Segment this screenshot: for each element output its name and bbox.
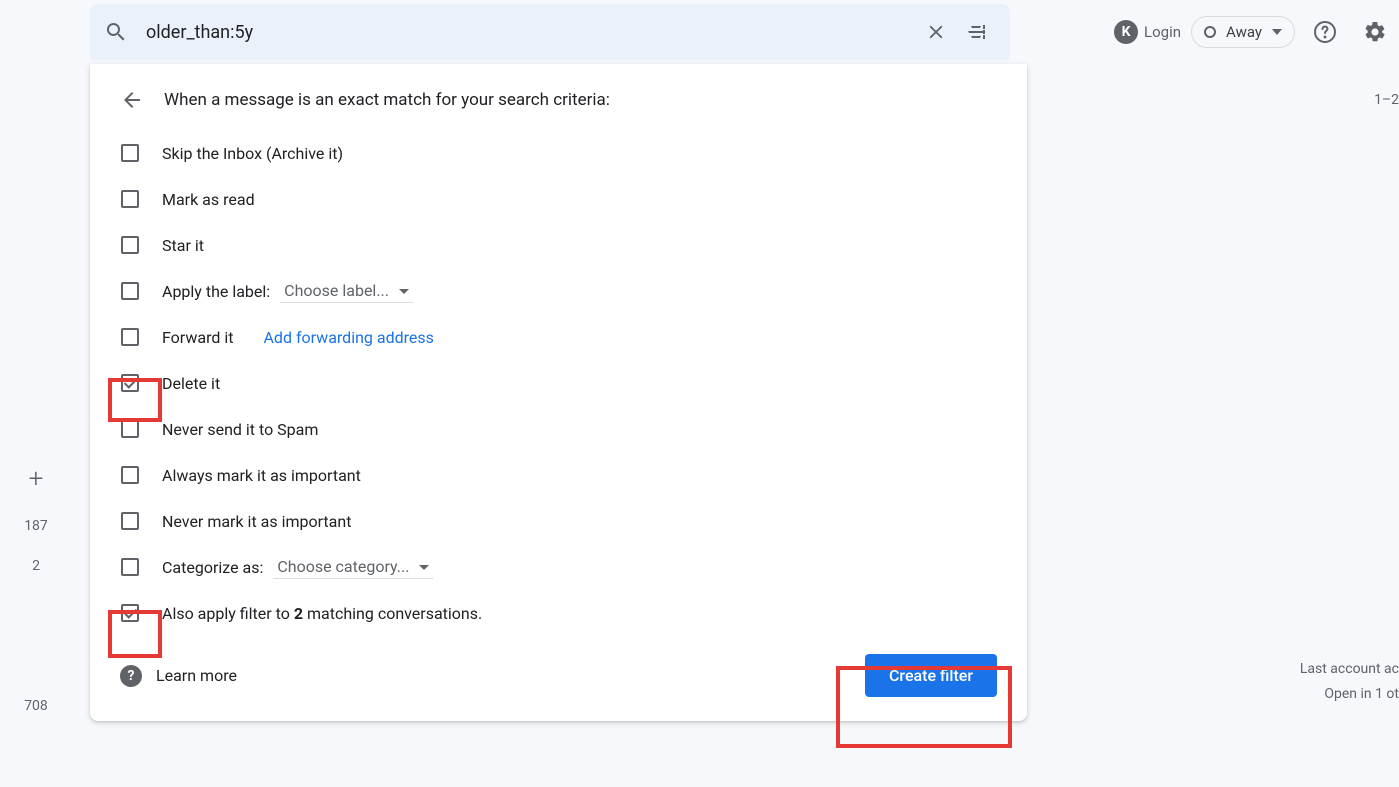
settings-button[interactable]: [1355, 12, 1395, 52]
status-label: Away: [1226, 23, 1262, 41]
login-label: Login: [1144, 23, 1181, 41]
panel-header: When a message is an exact match for you…: [90, 88, 1027, 124]
login-badge-icon: K: [1114, 20, 1138, 44]
option-label: Categorize as:: [162, 558, 263, 577]
checkbox[interactable]: [121, 374, 139, 392]
left-rail: + 187 2 708: [0, 64, 72, 714]
label-dropdown[interactable]: Choose label...: [280, 279, 413, 303]
checkbox[interactable]: [121, 328, 139, 346]
search-options-icon[interactable]: [956, 12, 996, 52]
away-status-icon: [1204, 26, 1216, 38]
panel-title: When a message is an exact match for you…: [164, 90, 610, 110]
filter-panel: When a message is an exact match for you…: [90, 64, 1027, 721]
search-input[interactable]: [146, 22, 916, 43]
left-count-1: 187: [24, 518, 48, 534]
panel-footer: ? Learn more Create filter: [90, 636, 1027, 697]
left-count-2: 2: [32, 558, 40, 574]
checkbox[interactable]: [121, 604, 139, 622]
pagination-range: 1–2: [1374, 92, 1399, 108]
left-count-3: 708: [24, 698, 48, 714]
add-forwarding-link[interactable]: Add forwarding address: [263, 328, 433, 347]
support-button[interactable]: [1305, 12, 1345, 52]
checkbox[interactable]: [121, 420, 139, 438]
option-label: Mark as read: [162, 190, 255, 209]
compose-icon[interactable]: +: [29, 464, 44, 494]
back-arrow-icon[interactable]: [120, 88, 144, 112]
create-filter-button[interactable]: Create filter: [865, 654, 997, 697]
option-label: Skip the Inbox (Archive it): [162, 144, 343, 163]
option-label: Apply the label:: [162, 282, 270, 301]
learn-more-link[interactable]: Learn more: [156, 666, 237, 685]
option-also-apply[interactable]: Also apply filter to 2 matching conversa…: [120, 590, 997, 636]
option-star-it[interactable]: Star it: [120, 222, 997, 268]
footer-meta: Last account ac Open in 1 ot: [1300, 657, 1399, 707]
checkbox[interactable]: [121, 466, 139, 484]
header-right: K Login Away: [1114, 12, 1399, 52]
option-label: Forward it: [162, 328, 233, 347]
category-dropdown[interactable]: Choose category...: [273, 555, 433, 579]
status-dropdown[interactable]: Away: [1191, 16, 1295, 48]
clear-search-icon[interactable]: [916, 12, 956, 52]
login-indicator[interactable]: K Login: [1114, 20, 1181, 44]
option-delete-it[interactable]: Delete it: [120, 360, 997, 406]
option-label: Always mark it as important: [162, 466, 361, 485]
checkbox[interactable]: [121, 144, 139, 162]
option-mark-read[interactable]: Mark as read: [120, 176, 997, 222]
option-label: Delete it: [162, 374, 220, 393]
filter-options-list: Skip the Inbox (Archive it) Mark as read…: [90, 124, 1027, 636]
search-bar: [90, 4, 1010, 60]
option-label: Star it: [162, 236, 204, 255]
option-label: Never mark it as important: [162, 512, 351, 531]
checkbox[interactable]: [121, 190, 139, 208]
option-forward-it[interactable]: Forward it Add forwarding address: [120, 314, 997, 360]
footer-line: Last account ac: [1300, 657, 1399, 682]
top-bar: K Login Away: [0, 0, 1399, 64]
chevron-down-icon: [1272, 29, 1282, 35]
help-icon[interactable]: ?: [120, 665, 142, 687]
checkbox[interactable]: [121, 282, 139, 300]
option-never-important[interactable]: Never mark it as important: [120, 498, 997, 544]
option-apply-label[interactable]: Apply the label: Choose label...: [120, 268, 997, 314]
footer-line: Open in 1 ot: [1300, 682, 1399, 707]
option-never-spam[interactable]: Never send it to Spam: [120, 406, 997, 452]
checkbox[interactable]: [121, 558, 139, 576]
search-icon[interactable]: [104, 20, 128, 44]
option-label: Also apply filter to 2 matching conversa…: [162, 604, 482, 623]
option-categorize[interactable]: Categorize as: Choose category...: [120, 544, 997, 590]
option-skip-inbox[interactable]: Skip the Inbox (Archive it): [120, 130, 997, 176]
checkbox[interactable]: [121, 512, 139, 530]
option-label: Never send it to Spam: [162, 420, 318, 439]
checkbox[interactable]: [121, 236, 139, 254]
option-always-important[interactable]: Always mark it as important: [120, 452, 997, 498]
